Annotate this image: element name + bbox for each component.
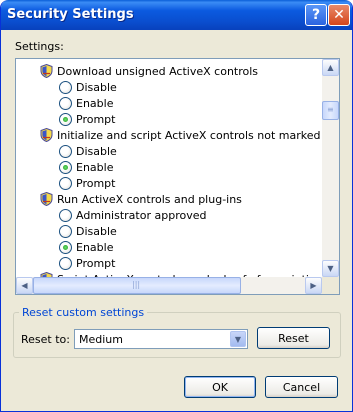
option-label: Prompt <box>76 256 116 270</box>
settings-label: Settings: <box>15 40 64 53</box>
option-label: Enable <box>76 160 114 174</box>
scroll-down-button[interactable]: ▼ <box>322 260 339 277</box>
radio-selected-icon[interactable] <box>59 160 72 174</box>
security-shield-icon <box>40 191 53 207</box>
chevron-right-icon: ▶ <box>310 281 317 290</box>
radio-icon[interactable] <box>59 224 72 238</box>
setting-option-radio[interactable]: Prompt <box>59 111 115 127</box>
setting-option-radio[interactable]: Enable <box>59 95 113 111</box>
option-label: Prompt <box>76 112 116 126</box>
radio-selected-icon[interactable] <box>59 112 72 126</box>
chevron-down-icon: ▼ <box>327 264 334 273</box>
cancel-button[interactable]: Cancel <box>265 376 338 398</box>
scroll-left-button[interactable]: ◀ <box>16 277 33 294</box>
setting-category: Run ActiveX controls and plug-ins <box>40 191 242 207</box>
radio-icon[interactable] <box>59 96 72 110</box>
cancel-button-label: Cancel <box>282 380 321 394</box>
security-shield-icon <box>40 127 53 143</box>
setting-option-radio[interactable]: Disable <box>59 223 117 239</box>
grip-icon: ||| <box>132 280 141 289</box>
help-icon: ? <box>311 7 321 23</box>
option-label: Prompt <box>76 176 116 190</box>
chevron-left-icon: ◀ <box>21 281 28 290</box>
reset-button[interactable]: Reset <box>257 327 330 349</box>
selected-level: Medium <box>79 333 123 346</box>
group-title: Reset custom settings <box>19 306 148 319</box>
settings-list[interactable]: Download unsigned ActiveX controls Disabl… <box>15 58 340 295</box>
option-label: Administrator approved <box>76 208 207 222</box>
radio-icon[interactable] <box>59 176 72 190</box>
category-label: Run ActiveX controls and plug-ins <box>57 192 242 206</box>
help-button[interactable]: ? <box>305 4 327 26</box>
ok-button[interactable]: OK <box>184 376 256 398</box>
option-label: Disable <box>76 144 117 158</box>
horizontal-scrollbar[interactable]: ◀ ||| ▶ <box>16 277 322 294</box>
ok-button-label: OK <box>212 380 228 394</box>
setting-option-radio[interactable]: Enable <box>59 239 113 255</box>
vertical-scroll-thumb[interactable]: ≡ <box>322 101 339 120</box>
setting-category: Initialize and script ActiveX controls n… <box>40 127 322 143</box>
setting-option-radio[interactable]: Disable <box>59 79 117 95</box>
settings-tree: Download unsigned ActiveX controls Disabl… <box>16 59 322 277</box>
option-label: Enable <box>76 240 114 254</box>
setting-option-radio[interactable]: Prompt <box>59 255 115 271</box>
option-label: Disable <box>76 80 117 94</box>
window-title: Security Settings <box>7 7 134 22</box>
security-settings-dialog: Security Settings ? ✕ Settings: Download… <box>0 0 353 412</box>
chevron-down-icon: ▼ <box>234 334 242 344</box>
dropdown-button[interactable]: ▼ <box>230 331 246 347</box>
grip-icon: ≡ <box>327 105 334 114</box>
reset-level-select[interactable]: Medium ▼ <box>74 329 248 349</box>
setting-option-radio[interactable]: Disable <box>59 143 117 159</box>
reset-button-label: Reset <box>278 331 309 345</box>
title-bar[interactable]: Security Settings ? ✕ <box>1 0 352 30</box>
radio-icon[interactable] <box>59 256 72 270</box>
radio-selected-icon[interactable] <box>59 240 72 254</box>
close-icon: ✕ <box>333 7 345 23</box>
close-button[interactable]: ✕ <box>328 4 350 26</box>
setting-option-radio[interactable]: Administrator approved <box>59 207 206 223</box>
scroll-up-button[interactable]: ▲ <box>322 59 339 76</box>
reset-to-label: Reset to: <box>21 333 70 346</box>
option-label: Disable <box>76 224 117 238</box>
security-shield-icon <box>40 63 53 79</box>
scrollbar-corner <box>322 277 339 294</box>
option-label: Enable <box>76 96 114 110</box>
category-label: Download unsigned ActiveX controls <box>57 64 259 78</box>
radio-icon[interactable] <box>59 208 72 222</box>
category-label: Initialize and script ActiveX controls n… <box>57 128 322 142</box>
scroll-right-button[interactable]: ▶ <box>305 277 322 294</box>
radio-icon[interactable] <box>59 144 72 158</box>
vertical-scrollbar[interactable]: ▲ ≡ ▼ <box>322 59 339 277</box>
radio-icon[interactable] <box>59 80 72 94</box>
setting-option-radio[interactable]: Prompt <box>59 175 115 191</box>
chevron-up-icon: ▲ <box>327 63 334 72</box>
horizontal-scroll-thumb[interactable]: ||| <box>33 277 241 294</box>
setting-category: Download unsigned ActiveX controls <box>40 63 258 79</box>
setting-option-radio[interactable]: Enable <box>59 159 113 175</box>
